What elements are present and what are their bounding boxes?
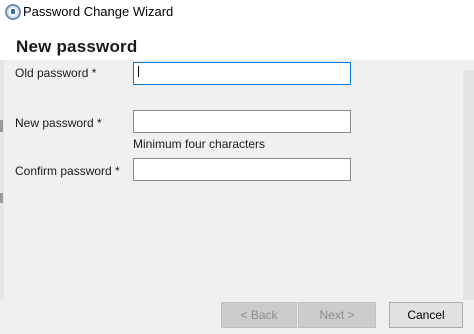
left-edge-strip — [0, 60, 4, 300]
new-password-label: New password * — [15, 116, 102, 130]
left-edge-mark — [0, 120, 3, 132]
page-title: New password — [16, 37, 138, 56]
left-edge-mark — [0, 193, 3, 203]
text-caret — [138, 66, 139, 77]
cancel-button[interactable]: Cancel — [389, 302, 463, 328]
right-edge-strip — [463, 70, 474, 300]
old-password-field[interactable] — [133, 62, 351, 85]
new-password-field[interactable] — [133, 110, 351, 133]
next-button[interactable]: Next > — [298, 302, 376, 328]
new-password-hint: Minimum four characters — [133, 137, 266, 151]
back-button[interactable]: < Back — [221, 302, 297, 328]
old-password-label: Old password * — [15, 66, 97, 80]
wizard-icon — [5, 4, 21, 20]
confirm-password-field[interactable] — [133, 158, 351, 181]
window-titlebar: Password Change Wizard — [0, 0, 474, 27]
confirm-password-label: Confirm password * — [15, 164, 120, 178]
window-title: Password Change Wizard — [23, 4, 174, 19]
wizard-header: New password — [0, 27, 474, 61]
